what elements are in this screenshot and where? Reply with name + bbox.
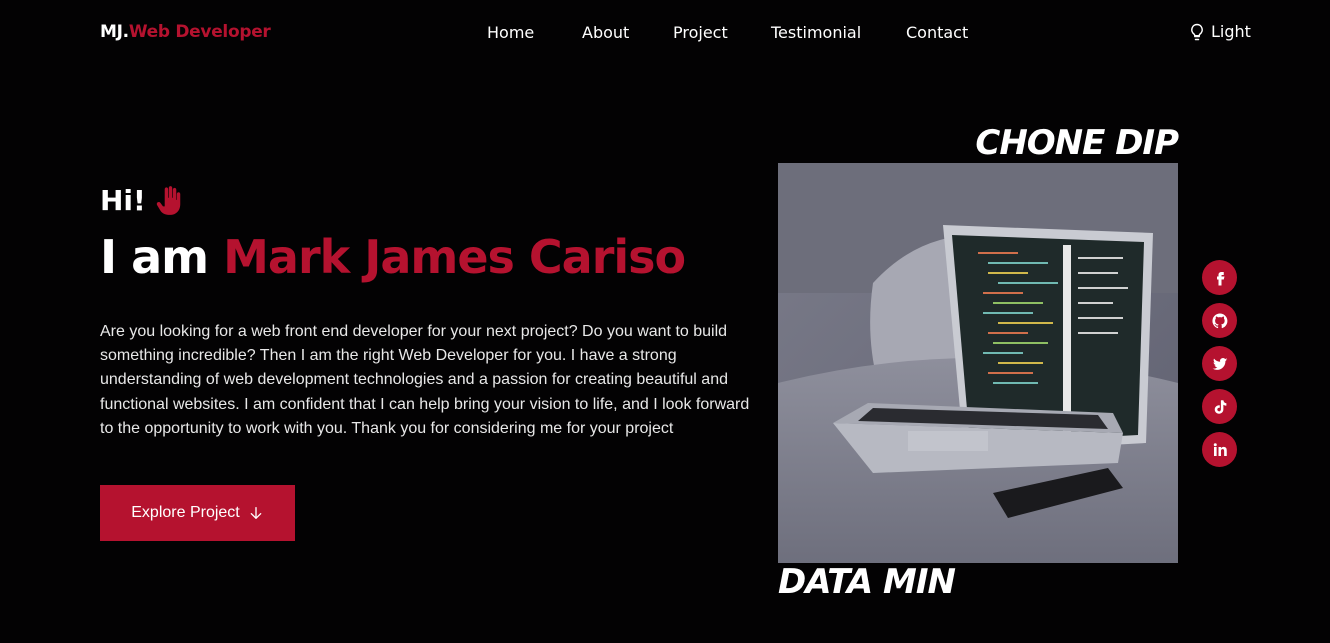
github-link[interactable] (1202, 303, 1237, 338)
cta-label: Explore Project (131, 504, 240, 521)
facebook-link[interactable] (1202, 260, 1237, 295)
headline-prefix: I am (100, 230, 209, 284)
image-label-bottom: DATA MIN (778, 562, 956, 602)
hero-laptop-image (778, 163, 1178, 563)
nav-about[interactable]: About (582, 23, 629, 42)
linkedin-icon (1213, 442, 1227, 456)
hero-headline: I am Mark James Cariso (100, 230, 686, 284)
twitter-link[interactable] (1202, 346, 1237, 381)
nav-home[interactable]: Home (487, 23, 534, 42)
twitter-icon (1212, 357, 1227, 370)
main-nav: Home About Project Testimonial Contact (0, 23, 1330, 43)
tiktok-link[interactable] (1202, 389, 1237, 424)
lightbulb-icon (1191, 23, 1203, 40)
arrow-down-icon (250, 507, 262, 519)
nav-contact[interactable]: Contact (906, 23, 968, 42)
image-label-top: CHONE DIP (975, 123, 1179, 163)
hero-intro: Are you looking for a web front end deve… (100, 323, 750, 437)
nav-testimonial[interactable]: Testimonial (771, 23, 861, 42)
theme-toggle-button[interactable]: Light (1188, 22, 1251, 41)
nav-project[interactable]: Project (673, 23, 728, 42)
hero-greeting: Hi! (100, 184, 182, 217)
explore-project-button[interactable]: Explore Project (100, 485, 295, 541)
headline-name: Mark James Cariso (223, 230, 686, 284)
tiktok-icon (1214, 399, 1226, 414)
facebook-icon (1216, 271, 1224, 285)
raised-hand-icon (156, 185, 181, 215)
theme-toggle-label: Light (1211, 22, 1251, 41)
laptop-illustration (778, 163, 1178, 563)
github-icon (1211, 312, 1227, 328)
linkedin-link[interactable] (1202, 432, 1237, 467)
greeting-text: Hi! (100, 184, 146, 217)
social-links (1202, 260, 1237, 467)
